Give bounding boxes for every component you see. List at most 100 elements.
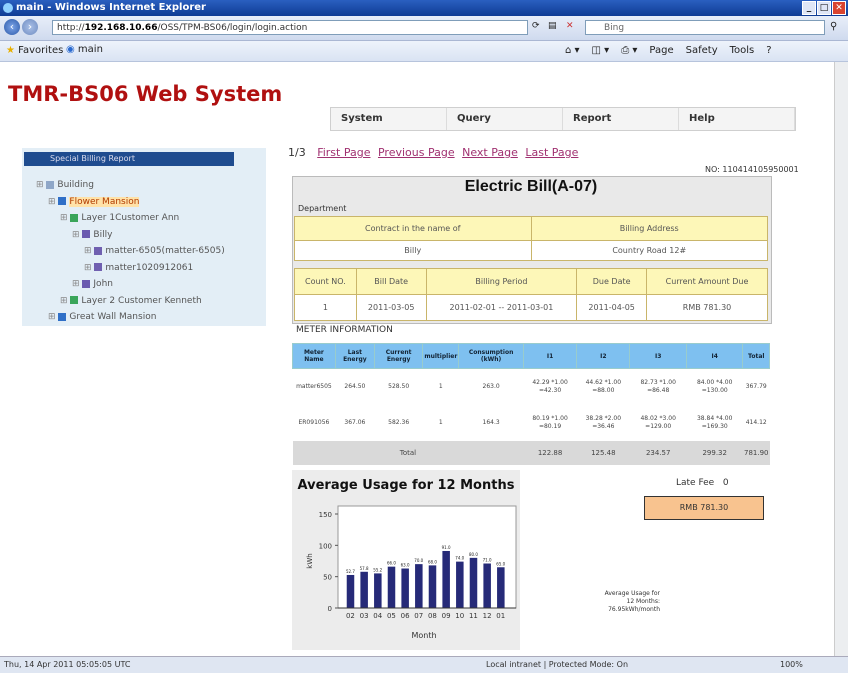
- stop-icon[interactable]: ✕: [566, 21, 574, 31]
- meter-col-header: Consumption (kWh): [458, 343, 524, 369]
- meter-col-header: I1: [522, 343, 578, 369]
- bar-value-label: 68.0: [428, 559, 437, 564]
- tab-main[interactable]: ◉ main: [66, 44, 103, 55]
- table-cell: 263.0: [482, 383, 500, 390]
- tree-node[interactable]: ⊞ John: [72, 279, 113, 289]
- avg-line: 12 Months:: [626, 598, 661, 605]
- meter-col-header: I4: [685, 343, 744, 369]
- refresh-icon[interactable]: ⟳: [532, 21, 540, 31]
- expand-icon[interactable]: ⊞: [84, 246, 94, 256]
- y-axis-label: kWh: [306, 553, 314, 568]
- back-button[interactable]: ‹: [4, 19, 20, 35]
- bar: [497, 567, 505, 608]
- avg-line: 76.95kWh/month: [608, 606, 660, 613]
- pager: 1/3 First Page Previous Page Next Page L…: [288, 146, 582, 159]
- main-menu: System Query Report Help: [330, 107, 796, 131]
- forward-button[interactable]: ›: [22, 19, 38, 35]
- help-icon[interactable]: ?: [766, 45, 771, 56]
- first-page-link[interactable]: First Page: [317, 146, 370, 159]
- late-fee-label: Late Fee: [676, 478, 715, 488]
- table-cell: 44.62 *1.00 =88.00: [585, 379, 622, 394]
- bar-value-label: 71.0: [483, 558, 492, 563]
- next-page-link[interactable]: Next Page: [462, 146, 518, 159]
- node-icon: [82, 279, 91, 288]
- avg-line: Average Usage for: [604, 590, 660, 597]
- tree-node[interactable]: ⊞ Flower Mansion: [48, 196, 140, 207]
- close-icon[interactable]: ✕: [832, 1, 846, 15]
- billing-table: Count NO. Bill Date Billing Period Due D…: [294, 268, 768, 321]
- x-tick-label: 01: [496, 612, 505, 620]
- expand-icon[interactable]: ⊞: [60, 213, 70, 223]
- print-icon[interactable]: ⎙ ▾: [621, 45, 637, 56]
- tree-node[interactable]: ⊞ matter-6505(matter-6505): [84, 246, 225, 256]
- tree-node[interactable]: ⊞ Billy: [72, 230, 112, 240]
- meter-col-header: Last Energy: [334, 343, 375, 369]
- bar-value-label: 91.0: [442, 545, 451, 550]
- amount-due-box: RMB 781.30: [644, 496, 764, 520]
- late-fee-value: 0: [722, 478, 729, 488]
- expand-icon[interactable]: ⊞: [48, 312, 58, 322]
- node-icon: [94, 246, 103, 255]
- tree-node[interactable]: ⊞ Building: [36, 180, 94, 190]
- tree-node-label: Layer 2 Customer Kenneth: [81, 295, 202, 306]
- node-icon: [70, 213, 79, 222]
- expand-icon[interactable]: ⊞: [36, 180, 46, 190]
- menu-system[interactable]: System: [331, 108, 447, 130]
- tree-node[interactable]: ⊞ Layer 2 Customer Kenneth: [60, 296, 202, 306]
- table-cell: 528.50: [388, 383, 410, 390]
- last-page-link[interactable]: Last Page: [525, 146, 578, 159]
- table-cell: 582.36: [388, 419, 410, 426]
- table-cell: 367.79: [745, 383, 767, 390]
- url-field[interactable]: http://192.168.10.66/OSS/TPM-BS06/login/…: [52, 20, 528, 35]
- compat-icon[interactable]: ▤: [548, 21, 557, 31]
- val-account: 1: [294, 294, 357, 321]
- command-bar: ⌂ ▾ ◫ ▾ ⎙ ▾ Page Safety Tools ?: [565, 45, 772, 56]
- search-icon[interactable]: ⚲: [830, 21, 837, 32]
- restore-icon[interactable]: □: [817, 1, 831, 15]
- total-cell: 299.32: [686, 441, 743, 465]
- expand-icon[interactable]: ⊞: [84, 263, 94, 273]
- table-cell: 1: [438, 419, 443, 426]
- hdr-period: Billing Period: [425, 268, 578, 295]
- total-label: Total: [292, 441, 524, 465]
- expand-icon[interactable]: ⊞: [72, 230, 82, 240]
- expand-icon[interactable]: ⊞: [72, 279, 82, 289]
- tree-node[interactable]: ⊞ Layer 1Customer Ann: [60, 213, 179, 223]
- hdr-billdate: Bill Date: [355, 268, 427, 295]
- node-icon: [94, 263, 103, 271]
- department-label: Department: [298, 204, 347, 213]
- menu-query[interactable]: Query: [447, 108, 563, 130]
- table-cell: 1: [438, 383, 443, 390]
- total-cell: 125.48: [576, 441, 630, 465]
- favorites-button[interactable]: ★ Favorites: [6, 45, 63, 56]
- home-icon[interactable]: ⌂ ▾: [565, 45, 580, 56]
- favorites-bar: ★ Favorites ◉ main ⌂ ▾ ◫ ▾ ⎙ ▾ Page Safe…: [0, 41, 848, 62]
- safety-menu[interactable]: Safety: [686, 45, 718, 56]
- app-title: TMR-BS06 Web System: [8, 82, 283, 106]
- bill-number-value: 110414105950001: [722, 165, 799, 174]
- expand-icon[interactable]: ⊞: [60, 296, 70, 306]
- vertical-scrollbar[interactable]: [834, 62, 848, 656]
- status-bar: Thu, 14 Apr 2011 05:05:05 UTC Local intr…: [0, 656, 848, 673]
- x-tick-label: 11: [469, 612, 478, 620]
- menu-help[interactable]: Help: [679, 108, 795, 130]
- tree-node[interactable]: ⊞ matter1020912061: [84, 263, 193, 273]
- tools-menu[interactable]: Tools: [730, 45, 755, 56]
- search-input[interactable]: Bing: [585, 20, 825, 35]
- x-tick-label: 02: [346, 612, 355, 620]
- address-label: Billing Address: [530, 216, 768, 241]
- ie-logo-icon: [3, 3, 13, 13]
- star-icon: ★: [6, 45, 15, 56]
- minimize-icon[interactable]: _: [802, 1, 816, 15]
- page-icon: ◉: [66, 44, 75, 55]
- previous-page-link[interactable]: Previous Page: [378, 146, 455, 159]
- zoom-level[interactable]: 100%: [780, 660, 803, 669]
- tree-node[interactable]: ⊞ Great Wall Mansion: [48, 312, 156, 322]
- feeds-icon[interactable]: ◫ ▾: [592, 45, 610, 56]
- page-menu[interactable]: Page: [649, 45, 673, 56]
- table-cell: 38.28 *2.00 =36.46: [585, 415, 622, 430]
- menu-report[interactable]: Report: [563, 108, 679, 130]
- url-host: 192.168.10.66: [84, 23, 158, 33]
- expand-icon[interactable]: ⊞: [48, 197, 58, 207]
- bar: [415, 564, 423, 608]
